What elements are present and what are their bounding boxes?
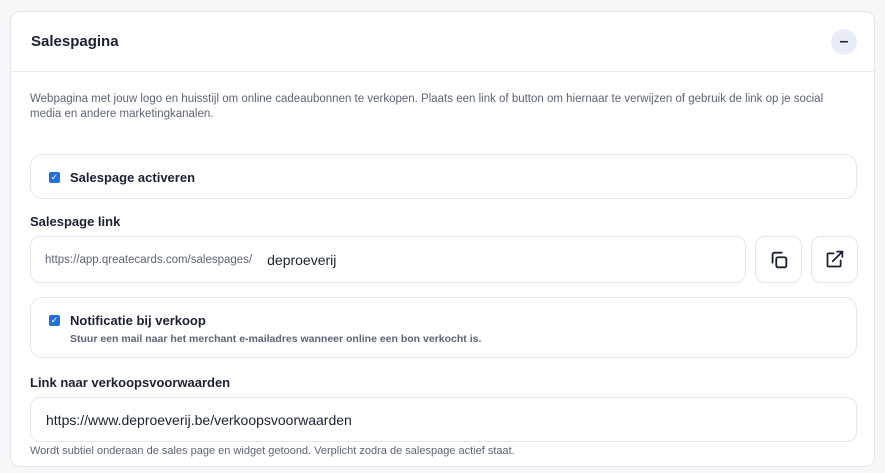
- salespage-link-field[interactable]: https://app.qreatecards.com/salespages/ …: [30, 236, 746, 283]
- notification-text: Notificatie bij verkoop Stuur een mail n…: [70, 313, 481, 345]
- salespage-slug-input[interactable]: deproeverij: [267, 252, 336, 268]
- activate-box: ✓ Salespage activeren: [30, 154, 857, 199]
- salespage-link-label: Salespage link: [30, 214, 121, 229]
- terms-link-value[interactable]: https://www.deproeverij.be/verkoopsvoorw…: [46, 412, 352, 428]
- activate-checkbox[interactable]: ✓: [49, 172, 60, 183]
- collapse-button[interactable]: –: [831, 28, 857, 55]
- card-header: Salespagina –: [11, 12, 874, 72]
- card-body: Webpagina met jouw logo en huisstijl om …: [11, 92, 874, 457]
- activate-label[interactable]: Salespage activeren: [70, 170, 195, 185]
- minus-icon: –: [839, 32, 849, 50]
- activate-row: ✓ Salespage activeren: [49, 170, 195, 185]
- notification-checkbox[interactable]: ✓: [49, 315, 60, 326]
- notification-label[interactable]: Notificatie bij verkoop: [70, 313, 481, 328]
- card-title: Salespagina: [31, 33, 119, 50]
- notification-description: Stuur een mail naar het merchant e-maila…: [70, 333, 482, 345]
- notification-box: ✓ Notificatie bij verkoop Stuur een mail…: [30, 297, 857, 358]
- terms-link-input[interactable]: https://www.deproeverij.be/verkoopsvoorw…: [30, 397, 857, 442]
- external-link-icon: [826, 250, 844, 268]
- copy-icon: [771, 251, 787, 268]
- open-link-button[interactable]: [811, 236, 858, 283]
- copy-link-button[interactable]: [755, 236, 802, 283]
- salespage-link-prefix: https://app.qreatecards.com/salespages/: [45, 253, 253, 266]
- salespage-description: Webpagina met jouw logo en huisstijl om …: [30, 93, 824, 120]
- terms-link-label: Link naar verkoopsvoorwaarden: [30, 375, 231, 390]
- terms-link-hint: Wordt subtiel onderaan de sales page en …: [30, 445, 515, 457]
- salespage-card: Salespagina – Webpagina met jouw logo en…: [10, 11, 875, 467]
- notification-row: ✓ Notificatie bij verkoop Stuur een mail…: [49, 313, 481, 345]
